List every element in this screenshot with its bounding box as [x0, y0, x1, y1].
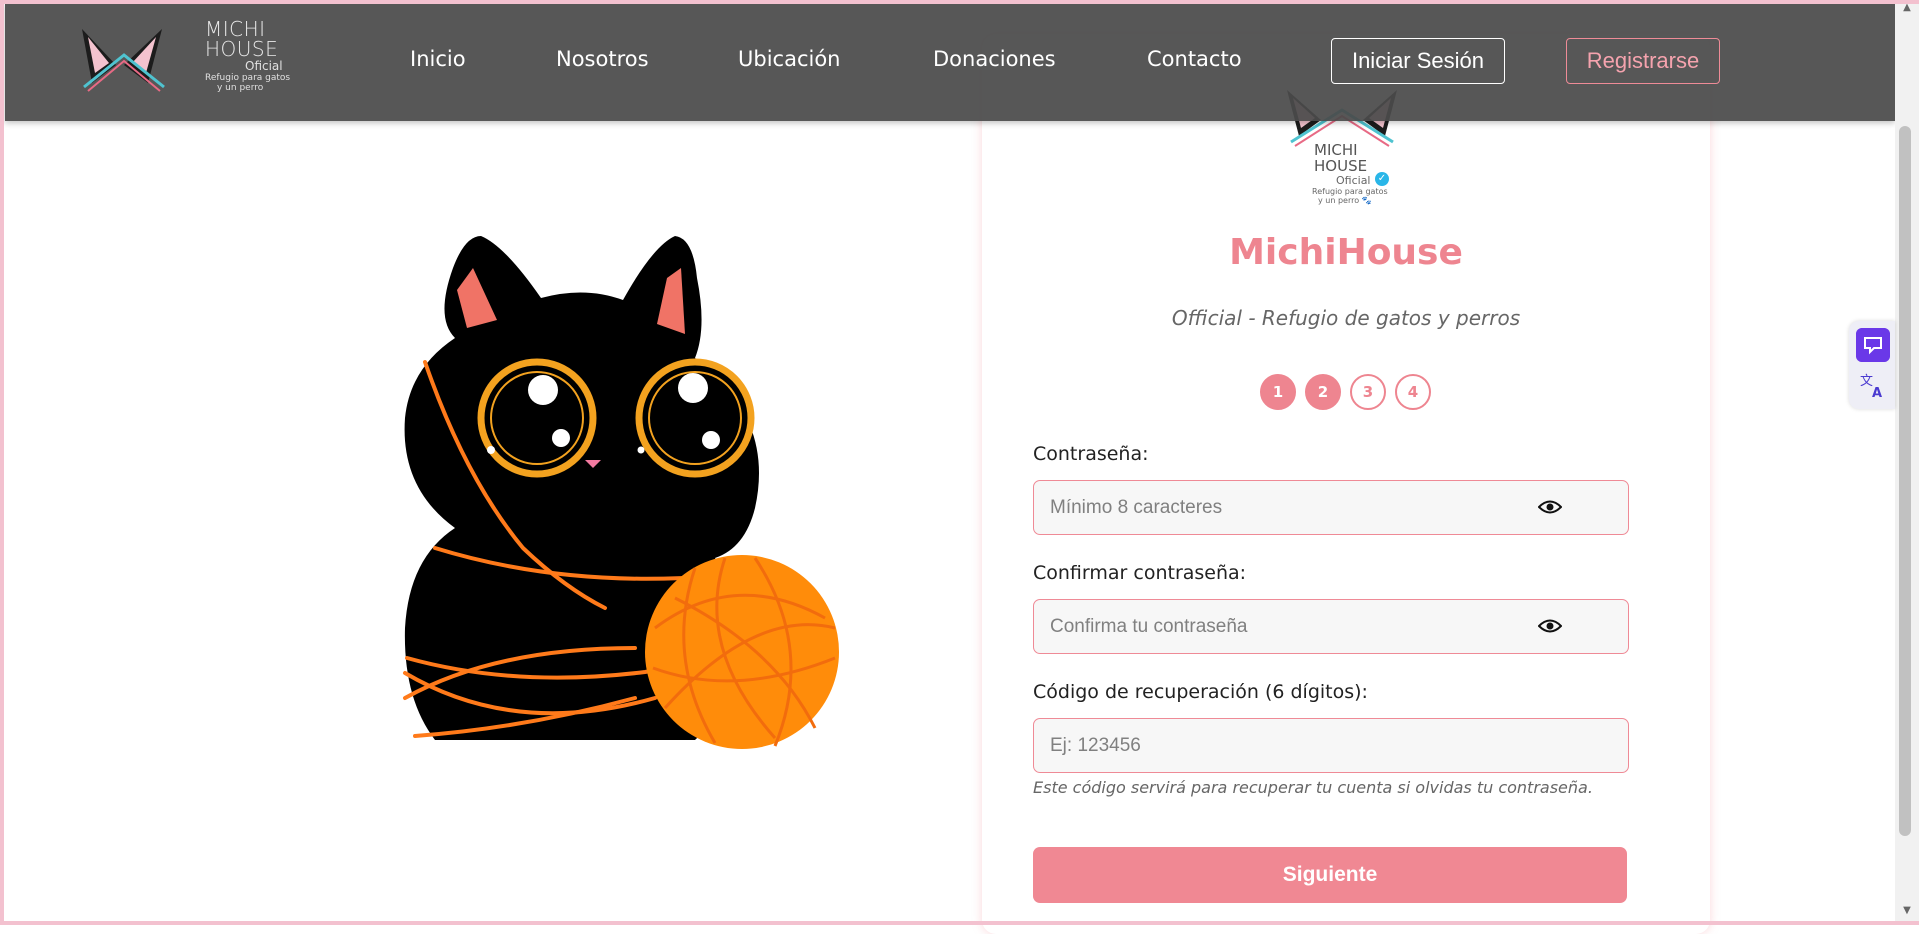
- register-button[interactable]: Registrarse: [1566, 38, 1720, 84]
- password-label: Contraseña:: [1033, 443, 1149, 465]
- extension-icon[interactable]: [1856, 328, 1890, 362]
- recovery-code-hint: Este código servirá para recuperar tu cu…: [1033, 778, 1593, 797]
- brand-subtitle: Official - Refugio de gatos y perros: [1171, 306, 1521, 330]
- card-logo-line2: HOUSE: [1314, 157, 1368, 175]
- logo-line3: Oficial: [245, 59, 283, 73]
- logo-line2: HOUSE: [205, 37, 279, 61]
- card-logo-line1: MICHI: [1314, 141, 1358, 159]
- logo-line1: MICHI: [205, 17, 266, 41]
- step-1: 1: [1260, 374, 1296, 410]
- card-logo-line4: Refugio para gatos: [1312, 187, 1388, 196]
- cat-with-yarn-illustration: [403, 236, 839, 749]
- nav-contacto[interactable]: Contacto: [1147, 47, 1242, 71]
- eye-icon[interactable]: [1538, 617, 1562, 635]
- nav-nosotros[interactable]: Nosotros: [556, 47, 649, 71]
- logo-line4: Refugio para gatos: [205, 73, 291, 83]
- scroll-up-icon[interactable]: ▲: [1899, 2, 1915, 16]
- svg-text:A: A: [1872, 386, 1882, 401]
- logo-line5: y un perro: [217, 83, 264, 93]
- brand-title: MichiHouse: [1229, 232, 1463, 273]
- next-button[interactable]: Siguiente: [1033, 847, 1627, 903]
- verified-badge-icon: ✓: [1375, 172, 1389, 186]
- translate-icon[interactable]: 文 A: [1856, 368, 1890, 402]
- card-logo-line5: y un perro 🐾: [1318, 196, 1372, 205]
- login-button[interactable]: Iniciar Sesión: [1331, 38, 1505, 84]
- site-header: MICHI HOUSE Oficial Refugio para gatos y…: [5, 3, 1895, 121]
- nav-inicio[interactable]: Inicio: [410, 47, 466, 71]
- eye-icon[interactable]: [1538, 498, 1562, 516]
- step-3: 3: [1350, 374, 1386, 410]
- nav-donaciones[interactable]: Donaciones: [933, 47, 1056, 71]
- step-2: 2: [1305, 374, 1341, 410]
- nav-ubicacion[interactable]: Ubicación: [738, 47, 841, 71]
- logo-text: MICHI HOUSE Oficial Refugio para gatos y…: [205, 19, 290, 93]
- recovery-code-input[interactable]: [1033, 718, 1629, 773]
- recovery-code-label: Código de recuperación (6 dígitos):: [1033, 681, 1368, 703]
- confirm-password-label: Confirmar contraseña:: [1033, 562, 1247, 584]
- step-4: 4: [1395, 374, 1431, 410]
- scroll-down-icon[interactable]: ▼: [1899, 905, 1915, 919]
- scrollbar-thumb[interactable]: [1899, 126, 1911, 836]
